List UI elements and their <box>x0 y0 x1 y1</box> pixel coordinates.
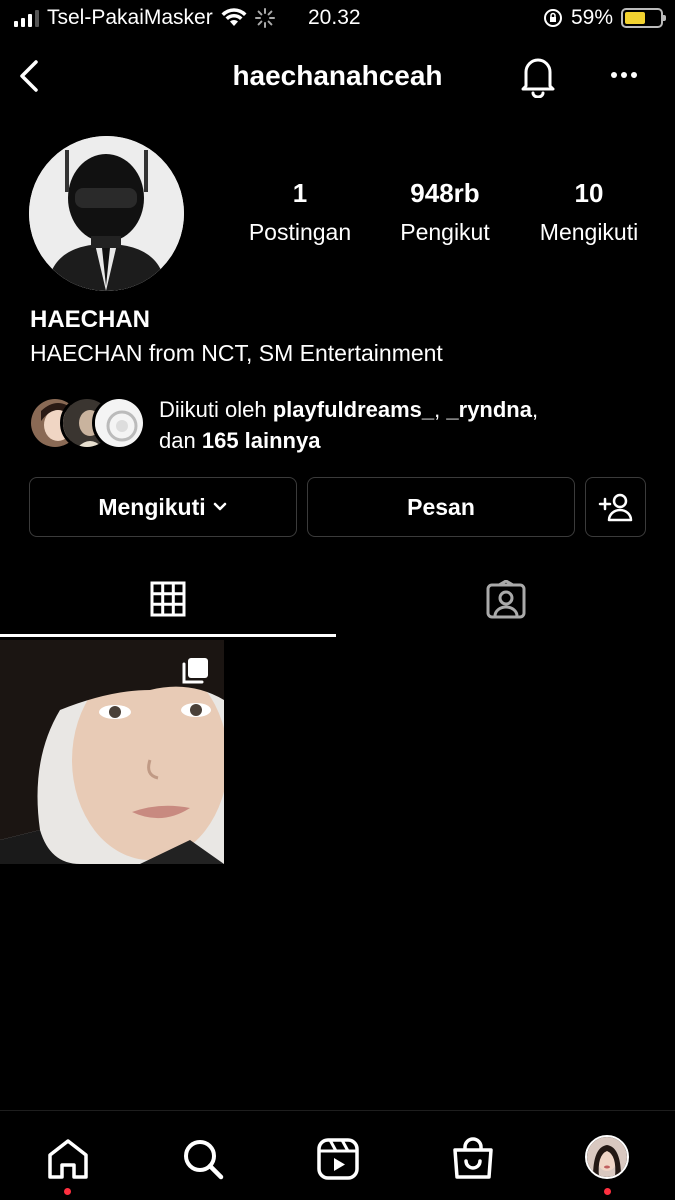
home-notification-dot <box>64 1188 71 1195</box>
wifi-icon <box>221 8 247 26</box>
battery-icon <box>621 8 666 28</box>
following-label: Mengikuti <box>539 219 639 245</box>
followers-label: Pengikut <box>400 219 490 245</box>
shop-icon[interactable] <box>449 1135 497 1183</box>
grid-icon[interactable] <box>150 581 186 617</box>
bottom-navigation <box>0 1110 675 1200</box>
chevron-down-icon <box>213 502 226 511</box>
signal-icon <box>14 9 39 27</box>
search-icon[interactable] <box>179 1135 227 1183</box>
rotation-lock-icon <box>543 9 562 27</box>
message-button-label: Pesan <box>407 493 475 520</box>
following-count: 10 <box>574 178 604 208</box>
posts-label: Postingan <box>248 219 352 245</box>
status-right: 59% <box>543 6 666 30</box>
posts-stat[interactable]: 1 Postingan <box>236 178 364 246</box>
profile-header: haechanahceah <box>0 48 675 104</box>
battery-percent: 59% <box>570 6 613 29</box>
followed-by[interactable]: Diikuti oleh playfuldreams_, _ryndna, da… <box>28 394 648 454</box>
posts-count: 1 <box>292 178 308 208</box>
status-bar: Tsel-PakaiMasker 20.32 59% <box>0 0 675 38</box>
profile-tabs <box>0 578 675 640</box>
profile-name: HAECHAN <box>30 306 150 333</box>
profile-avatar[interactable] <box>29 136 184 291</box>
followed-by-and: dan <box>159 428 196 453</box>
profile-tab-avatar[interactable] <box>585 1135 629 1179</box>
profile-username: haechanahceah <box>232 60 443 91</box>
following-button-label: Mengikuti <box>98 493 206 520</box>
multiple-posts-icon <box>182 658 208 684</box>
reels-icon[interactable] <box>314 1135 362 1183</box>
followed-by-prefix: Diikuti oleh <box>159 397 267 422</box>
separator: , <box>531 397 539 422</box>
status-time: 20.32 <box>308 6 361 29</box>
followers-count: 948rb <box>410 178 480 208</box>
suggest-users-button[interactable] <box>585 477 646 537</box>
avatar-image <box>29 136 184 291</box>
carrier-name: Tsel-PakaiMasker <box>47 6 213 29</box>
loading-icon <box>254 8 275 28</box>
follower-username[interactable]: playfuldreams_ <box>273 397 434 422</box>
separator: , <box>434 397 441 422</box>
follower-username[interactable]: _ryndna <box>446 397 532 422</box>
profile-notification-dot <box>604 1188 611 1195</box>
battery-fill <box>625 12 646 24</box>
following-stat[interactable]: 10 Mengikuti <box>524 178 654 246</box>
tagged-icon[interactable] <box>485 580 527 620</box>
followers-others-count[interactable]: 165 lainnya <box>202 428 321 453</box>
message-button[interactable]: Pesan <box>307 477 575 537</box>
profile-bio: HAECHAN from NCT, SM Entertainment <box>30 340 443 366</box>
status-left: Tsel-PakaiMasker <box>14 6 275 30</box>
following-button[interactable]: Mengikuti <box>29 477 297 537</box>
more-options-icon[interactable] <box>606 60 642 90</box>
followed-by-text: Diikuti oleh playfuldreams_, _ryndna, da… <box>159 394 538 456</box>
home-icon[interactable] <box>44 1135 92 1183</box>
add-person-icon <box>598 493 632 522</box>
bell-icon[interactable] <box>518 54 558 98</box>
followers-stat[interactable]: 948rb Pengikut <box>380 178 510 246</box>
active-tab-indicator <box>0 634 336 637</box>
follower-avatar <box>92 396 146 450</box>
post-thumbnail[interactable] <box>0 640 224 864</box>
